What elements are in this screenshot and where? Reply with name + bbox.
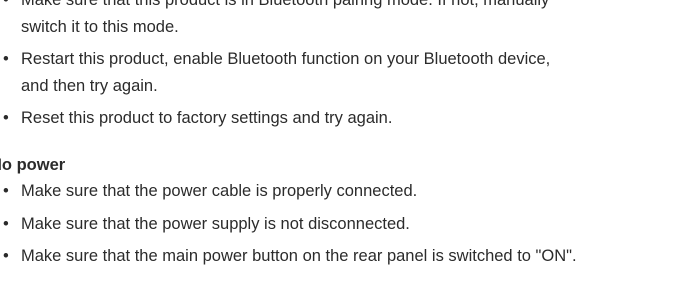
bluetooth-troubleshooting-section: • Make sure that this product is in Blue…	[0, 0, 676, 132]
list-item: • Make sure that the power cable is prop…	[0, 178, 676, 205]
list-item-line: Reset this product to factory settings a…	[21, 109, 393, 127]
bullet-icon: •	[3, 182, 9, 200]
list-item: • Make sure that the main power button o…	[0, 243, 676, 270]
document-body: • Make sure that this product is in Blue…	[0, 0, 676, 276]
list-item-line: Make sure that the power cable is proper…	[21, 182, 418, 200]
list-item-line: switch it to this mode.	[21, 17, 179, 36]
bullet-icon: •	[3, 214, 9, 233]
list-item: • Restart this product, enable Bluetooth…	[0, 46, 676, 99]
list-item: • Make sure that this product is in Blue…	[0, 0, 676, 40]
list-item: • Reset this product to factory settings…	[0, 105, 676, 132]
list-item-line: Make sure that the power supply is not d…	[21, 214, 410, 233]
no-power-section: No power • Make sure that the power cabl…	[0, 152, 676, 270]
bullet-icon: •	[3, 109, 9, 127]
list-item-line: Restart this product, enable Bluetooth f…	[21, 50, 551, 68]
list-item-line: Make sure that the main power button on …	[21, 247, 577, 265]
list-item-line: Make sure that this product is in Blueto…	[21, 0, 550, 9]
list-item: • Make sure that the power supply is not…	[0, 211, 676, 238]
bullet-icon: •	[3, 50, 9, 68]
bluetooth-tips-list: • Make sure that this product is in Blue…	[0, 0, 676, 132]
section-heading: No power	[0, 155, 66, 174]
bullet-icon: •	[3, 0, 9, 9]
no-power-tips-list: • Make sure that the power cable is prop…	[0, 178, 676, 270]
list-item-line: and then try again.	[21, 76, 158, 95]
bullet-icon: •	[3, 247, 9, 265]
